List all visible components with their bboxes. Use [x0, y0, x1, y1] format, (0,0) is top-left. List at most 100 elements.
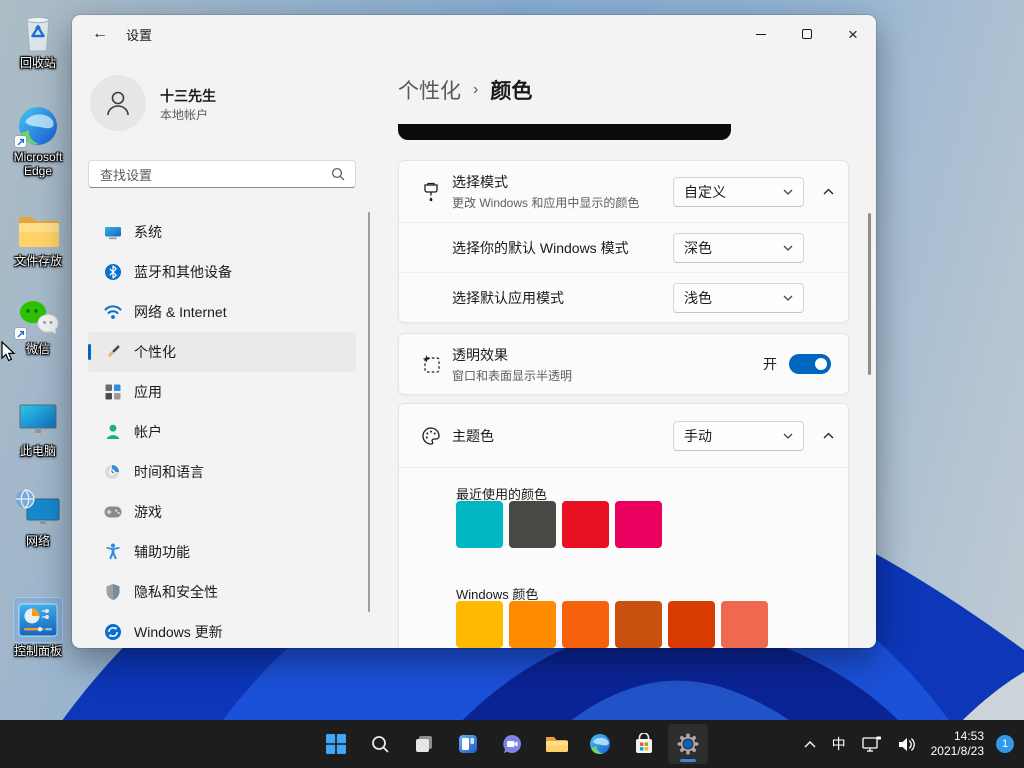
sidebar-item-gaming[interactable]: 游戏 [88, 492, 356, 532]
back-button[interactable]: ← [84, 19, 116, 49]
color-swatch[interactable] [456, 501, 503, 548]
content: 个性化 › 颜色 选择模式 更改 Windows 和应用中显 [398, 53, 876, 648]
sidebar-item-system[interactable]: 系统 [88, 212, 356, 252]
sidebar-item-privacy[interactable]: 隐私和安全性 [88, 572, 356, 612]
app-mode-dropdown[interactable]: 浅色 [673, 283, 804, 313]
clock[interactable]: 14:53 2021/8/23 [927, 729, 988, 759]
transparency-icon [420, 353, 442, 375]
transparency-toggle[interactable] [789, 354, 831, 374]
gaming-icon [104, 503, 122, 521]
color-swatch[interactable] [562, 501, 609, 548]
sidebar-item-accessibility[interactable]: 辅助功能 [88, 532, 356, 572]
notification-badge[interactable]: 1 [996, 735, 1014, 753]
chat-button[interactable] [492, 724, 532, 764]
desktop-icon-edge[interactable]: Microsoft Edge [2, 104, 74, 178]
theme-preview-image [398, 124, 731, 140]
chevron-down-icon [783, 189, 793, 195]
windows-update-icon [104, 623, 122, 641]
accent-color-card: 主题色 手动 最近使用的颜色 Win [398, 403, 849, 648]
search-placeholder: 查找设置 [100, 165, 331, 184]
tray-chevron-button[interactable] [799, 724, 821, 764]
chevron-up-icon [823, 432, 834, 439]
app-mode-row: 选择默认应用模式 浅色 [399, 272, 848, 322]
desktop-icon-control-panel[interactable]: 控制面板 [2, 598, 74, 658]
color-swatch[interactable] [562, 601, 609, 648]
accessibility-icon [104, 543, 122, 561]
chevron-up-icon [804, 741, 816, 748]
minimize-icon [756, 34, 766, 35]
chevron-down-icon [783, 245, 793, 251]
transparency-subtitle: 窗口和表面显示半透明 [452, 367, 572, 384]
accent-mode-dropdown[interactable]: 手动 [673, 421, 804, 451]
close-button[interactable]: × [830, 15, 876, 53]
mouse-cursor [1, 341, 17, 363]
desktop-icon-folder[interactable]: 文件存放 [2, 208, 74, 268]
shortcut-arrow-icon [15, 328, 26, 339]
time-language-icon [104, 463, 122, 481]
search-input[interactable]: 查找设置 [88, 160, 356, 188]
edge-button[interactable] [580, 724, 620, 764]
recycle-bin-icon [14, 10, 62, 54]
mode-dropdown[interactable]: 自定义 [673, 177, 804, 207]
window-title: 设置 [126, 25, 152, 44]
chevron-down-icon [783, 433, 793, 439]
widgets-button[interactable] [448, 724, 488, 764]
sidebar-item-apps[interactable]: 应用 [88, 372, 356, 412]
transparency-row: 透明效果 窗口和表面显示半透明 开 [399, 334, 848, 394]
recent-colors [456, 501, 662, 548]
network-tray-button[interactable] [857, 724, 887, 764]
breadcrumb-parent[interactable]: 个性化 [398, 75, 461, 105]
choose-mode-card: 选择模式 更改 Windows 和应用中显示的颜色 自定义 选择你的默认 Win… [398, 160, 849, 323]
desktop-icon-network[interactable]: 网络 [2, 488, 74, 548]
accounts-icon [104, 423, 122, 441]
collapse-button[interactable] [813, 421, 843, 451]
taskbar-search-button[interactable] [360, 724, 400, 764]
volume-tray-button[interactable] [893, 724, 921, 764]
tray-date: 2021/8/23 [931, 744, 984, 759]
sidebar-item-bluetooth[interactable]: 蓝牙和其他设备 [88, 252, 356, 292]
windows-colors [456, 601, 768, 648]
sidebar-item-accounts[interactable]: 帐户 [88, 412, 356, 452]
settings-gear-icon [676, 732, 700, 756]
sidebar-item-windows-update[interactable]: Windows 更新 [88, 612, 356, 648]
color-swatch[interactable] [509, 601, 556, 648]
sidebar-item-personalization[interactable]: 个性化 [88, 332, 356, 372]
avatar[interactable] [90, 75, 146, 131]
ime-indicator[interactable]: 中 [827, 724, 851, 764]
start-button[interactable] [316, 724, 356, 764]
sidebar-item-time-language[interactable]: 时间和语言 [88, 452, 356, 492]
sidebar-scrollbar[interactable] [368, 212, 370, 612]
task-view-button[interactable] [404, 724, 444, 764]
maximize-button[interactable] [784, 15, 830, 53]
sidebar: 十三先生 本地帐户 查找设置 系统 [72, 53, 398, 648]
search-icon [331, 167, 345, 181]
file-explorer-icon [544, 734, 568, 754]
paint-bucket-icon [420, 181, 442, 203]
toggle-knob [815, 358, 827, 370]
transparency-title: 透明效果 [452, 345, 572, 365]
store-button[interactable] [624, 724, 664, 764]
color-swatch[interactable] [615, 601, 662, 648]
color-swatch[interactable] [615, 501, 662, 548]
maximize-icon [802, 29, 812, 39]
user-account-type: 本地帐户 [160, 106, 208, 123]
apps-icon [104, 383, 122, 401]
color-swatch[interactable] [509, 501, 556, 548]
content-scrollbar[interactable] [868, 213, 871, 375]
wechat-icon [14, 296, 62, 340]
minimize-button[interactable] [738, 15, 784, 53]
chevron-up-icon [823, 188, 834, 195]
start-icon [325, 733, 347, 755]
sidebar-item-network[interactable]: 网络 & Internet [88, 292, 356, 332]
settings-button[interactable] [668, 724, 708, 764]
desktop-icon-this-pc[interactable]: 此电脑 [2, 398, 74, 458]
ethernet-icon [862, 736, 882, 753]
windows-mode-dropdown[interactable]: 深色 [673, 233, 804, 263]
desktop-icon-recycle-bin[interactable]: 回收站 [2, 10, 74, 70]
color-swatch[interactable] [456, 601, 503, 648]
widgets-icon [457, 733, 479, 755]
file-explorer-button[interactable] [536, 724, 576, 764]
color-swatch[interactable] [668, 601, 715, 648]
color-swatch[interactable] [721, 601, 768, 648]
collapse-button[interactable] [813, 177, 843, 207]
